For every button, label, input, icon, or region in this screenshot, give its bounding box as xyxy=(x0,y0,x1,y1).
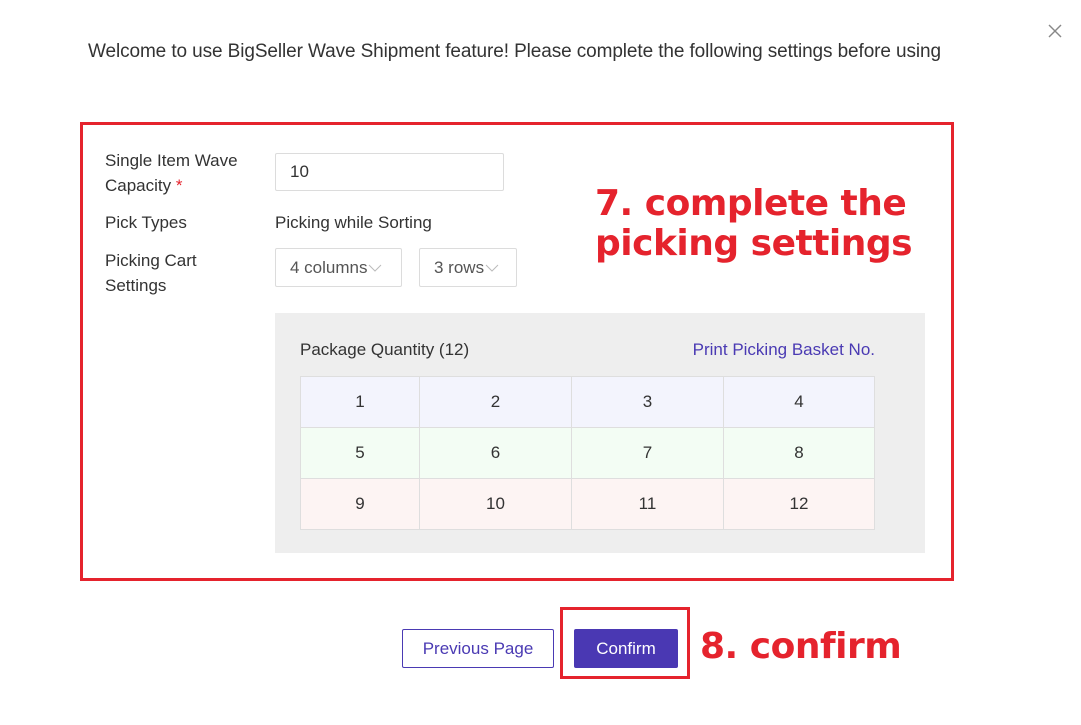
capacity-input[interactable] xyxy=(275,153,504,191)
grid-cell: 3 xyxy=(571,376,724,428)
grid-cell: 12 xyxy=(723,478,875,530)
required-mark: * xyxy=(175,176,183,195)
grid-cell: 1 xyxy=(300,376,420,428)
picking-cart-label: Picking Cart Settings xyxy=(105,248,197,298)
rows-select[interactable]: 3 rows xyxy=(419,248,517,287)
grid-cell: 9 xyxy=(300,478,420,530)
rows-select-value: 3 rows xyxy=(434,257,485,277)
annotation-step-7-line2: picking settings xyxy=(595,223,913,264)
grid-row: 9 10 11 12 xyxy=(300,478,875,530)
pick-types-label: Pick Types xyxy=(105,213,187,232)
chevron-down-icon xyxy=(485,264,499,272)
grid-cell: 5 xyxy=(300,427,420,479)
capacity-label-line1: Single Item Wave xyxy=(105,151,238,170)
annotation-step-7: 7. complete the picking settings xyxy=(595,183,913,264)
grid-row: 1 2 3 4 xyxy=(300,376,875,428)
grid-cell: 8 xyxy=(723,427,875,479)
pick-types-value: Picking while Sorting xyxy=(275,213,432,232)
close-icon xyxy=(1048,24,1062,38)
print-picking-basket-link[interactable]: Print Picking Basket No. xyxy=(693,340,875,360)
capacity-label: Single Item Wave Capacity * xyxy=(105,148,238,198)
grid-cell: 7 xyxy=(571,427,724,479)
grid-cell: 6 xyxy=(419,427,572,479)
welcome-message: Welcome to use BigSeller Wave Shipment f… xyxy=(88,41,941,62)
grid-cell: 2 xyxy=(419,376,572,428)
picking-cart-label-line2: Settings xyxy=(105,276,167,295)
chevron-down-icon xyxy=(369,264,382,272)
picking-cart-label-line1: Picking Cart xyxy=(105,251,197,270)
columns-select-value: 4 columns xyxy=(290,257,368,277)
annotation-step-8: 8. confirm xyxy=(700,626,902,667)
grid-cell: 10 xyxy=(419,478,572,530)
close-button[interactable] xyxy=(1044,20,1066,42)
package-quantity-label: Package Quantity (12) xyxy=(300,340,470,359)
grid-row: 5 6 7 8 xyxy=(300,427,875,479)
grid-cell: 4 xyxy=(723,376,875,428)
columns-select[interactable]: 4 columns xyxy=(275,248,402,287)
capacity-label-line2: Capacity xyxy=(105,176,172,195)
confirm-button[interactable]: Confirm xyxy=(574,629,678,668)
basket-grid: 1 2 3 4 5 6 7 8 9 10 11 12 xyxy=(300,376,875,530)
annotation-step-7-line1: 7. complete the xyxy=(595,183,907,224)
previous-page-button[interactable]: Previous Page xyxy=(402,629,554,668)
grid-cell: 11 xyxy=(571,478,724,530)
